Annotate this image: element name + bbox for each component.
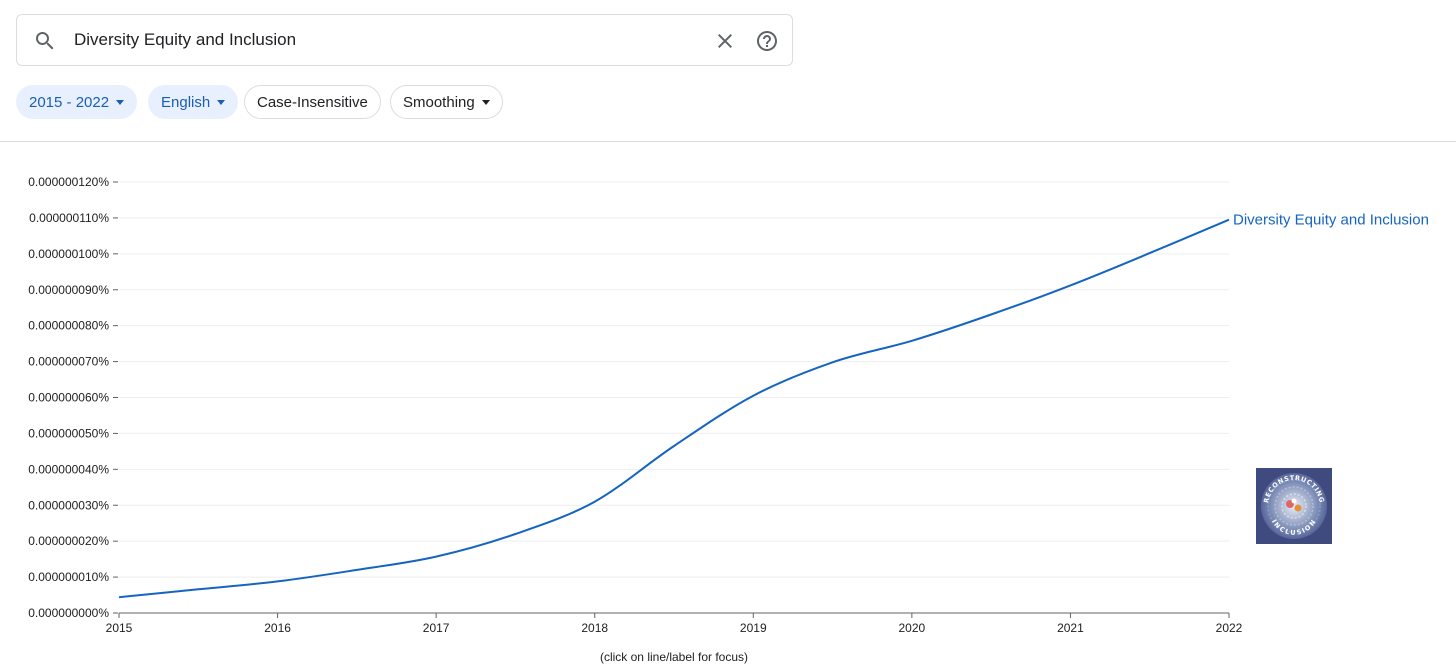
series-line[interactable]: [118, 218, 1230, 599]
y-tick-label: 0.000000030%: [28, 498, 109, 512]
y-tick-label: 0.000000070%: [28, 355, 109, 369]
y-tick-label: 0.000000060%: [28, 391, 109, 405]
y-tick-label: 0.000000050%: [28, 426, 109, 440]
x-tick-label: 2022: [1216, 621, 1243, 635]
y-tick-label: 0.000000040%: [28, 462, 109, 476]
ngram-chart[interactable]: 0.000000000% 0.000000010% 0.000000020% 0.00…: [0, 0, 1456, 668]
x-tick-label: 2016: [264, 621, 291, 635]
reconstructing-inclusion-logo: RECONSTRUCTING INCLUSION: [1256, 468, 1332, 544]
y-tick-label: 0.000000100%: [28, 247, 109, 261]
x-tick-label: 2017: [423, 621, 450, 635]
x-tick-label: 2018: [581, 621, 608, 635]
y-tick-label: 0.000000010%: [28, 570, 109, 584]
series-label[interactable]: Diversity Equity and Inclusion: [1233, 212, 1429, 229]
x-tick-label: 2020: [899, 621, 926, 635]
y-tick-label: 0.000000110%: [29, 211, 109, 225]
y-tick-label: 0.000000120%: [28, 175, 109, 189]
x-tick-label: 2021: [1057, 621, 1084, 635]
x-tick-label: 2015: [106, 621, 133, 635]
y-tick-label: 0.000000080%: [28, 319, 109, 333]
y-tick-label: 0.000000090%: [28, 283, 109, 297]
y-tick-label: 0.000000000%: [28, 606, 109, 620]
x-tick-label: 2019: [740, 621, 767, 635]
focus-hint: (click on line/label for focus): [599, 650, 749, 664]
y-tick-label: 0.000000020%: [28, 534, 109, 548]
